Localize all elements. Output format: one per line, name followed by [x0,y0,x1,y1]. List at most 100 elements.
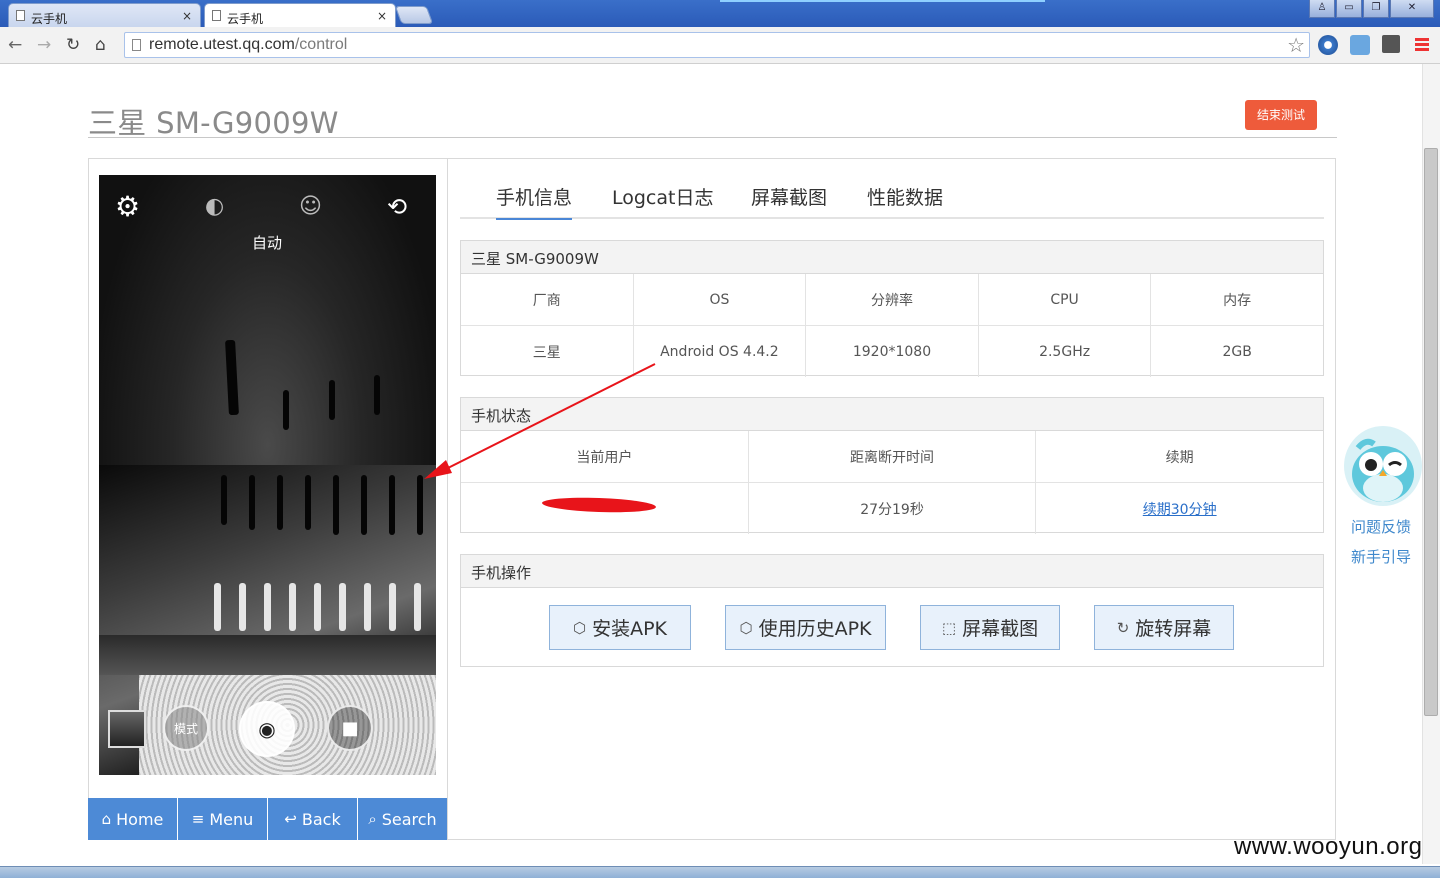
table-header: 分辨率 [806,274,979,325]
history-apk-label: 使用历史APK [758,618,872,640]
profile-button[interactable]: ♙ [1309,0,1335,18]
tab-logcat[interactable]: Logcat日志 [612,183,713,218]
preview-detail [264,583,271,631]
address-bar[interactable]: remote.utest.qq.com/control ☆ [124,32,1310,58]
new-tab-button[interactable] [394,6,434,24]
table-header: 距离断开时间 [749,431,1037,482]
feedback-link[interactable]: 问题反馈 [1351,516,1411,537]
scrollbar-thumb[interactable] [1424,148,1438,716]
mode-button[interactable]: 模式 [163,705,209,751]
end-test-button[interactable]: 结束测试 [1245,100,1317,130]
preview-detail [214,583,221,631]
menu-icon: ≡ [191,810,205,828]
phone-screen[interactable]: ⚙ ◐ ☺ ⟲ 自动 模式 ◉ ■ [99,175,436,775]
table-cell: 2GB [1222,343,1252,360]
tab-screenshot[interactable]: 屏幕截图 [751,183,827,218]
phone-menu-button[interactable]: ≡ Menu [178,798,268,840]
renew-link[interactable]: 续期30分钟 [1143,499,1217,519]
preview-detail [99,635,436,675]
rotate-screen-button[interactable]: ↻ 旋转屏幕 [1094,605,1234,650]
browser-tab-2[interactable]: 云手机 × [204,3,396,27]
screenshot-label: 屏幕截图 [962,618,1039,640]
phone-menu-label: Menu [209,809,254,829]
phone-search-label: Search [381,809,437,829]
history-apk-button[interactable]: ⬡ 使用历史APK [725,605,886,650]
preview-detail [374,375,380,415]
camera-mode-label: 自动 [252,234,283,252]
table-cell: Android OS 4.4.2 [634,326,807,377]
phone-home-label: Home [116,809,164,829]
preview-detail [277,475,283,530]
table-row: 厂商 OS 分辨率 CPU 内存 [461,274,1323,326]
panel-title: 三星 SM-G9009W [461,241,1323,274]
home-icon[interactable]: ⌂ [95,35,106,55]
panel-title: 手机操作 [461,555,1323,588]
tab-title: 云手机 [31,12,68,26]
back-icon: ↩ [284,810,297,828]
preview-detail [289,583,296,631]
preview-detail [417,475,423,535]
time-left-cell: 27分19秒 [749,483,1037,534]
crop-icon: ⬚ [941,618,957,637]
browser-tab-1[interactable]: 云手机 × [8,3,201,27]
browser-tabbar: 云手机 × 云手机 × ♙ ▭ ❐ ✕ [0,0,1440,27]
preview-detail [249,475,255,530]
phone-status-panel: 手机状态 当前用户 距离断开时间 续期 27分19秒 续期30分钟 [460,397,1324,534]
os-taskbar [0,866,1440,878]
preview-detail [221,475,227,525]
owl-mascot-icon[interactable] [1344,426,1422,506]
shutter-camera-icon[interactable]: ◉ [239,701,295,757]
video-record-icon[interactable]: ■ [327,705,373,751]
rotate-screen-label: 旋转屏幕 [1135,618,1212,640]
table-cell: 1920*1080 [806,326,979,377]
close-icon[interactable]: × [182,9,192,23]
rotate-icon: ↻ [1116,618,1130,637]
close-window-button[interactable]: ✕ [1390,0,1434,18]
menu-icon[interactable] [1415,38,1429,52]
forward-icon[interactable]: → [37,35,51,55]
screenshot-button[interactable]: ⬚ 屏幕截图 [920,605,1060,650]
preview-detail [389,475,395,535]
device-info-panel: 三星 SM-G9009W 厂商 OS 分辨率 CPU 内存 三星 Android… [460,240,1324,377]
phone-search-button[interactable]: ⌕ Search [358,798,447,840]
restore-button[interactable]: ❐ [1363,0,1389,18]
url-host: remote.utest.qq.com [149,36,295,53]
tab-performance[interactable]: 性能数据 [867,183,943,218]
guide-link[interactable]: 新手引导 [1351,546,1411,567]
star-icon[interactable]: ☆ [1287,33,1305,57]
minimize-button[interactable]: ▭ [1336,0,1362,18]
tab-phone-info[interactable]: 手机信息 [496,183,573,220]
column-divider [447,158,448,840]
window-controls: ♙ ▭ ❐ ✕ [1309,0,1434,18]
table-header: 当前用户 [461,431,749,482]
title-divider [88,137,1337,138]
switch-camera-icon[interactable]: ⟲ [387,191,407,223]
settings-gear-icon[interactable]: ⚙ [115,191,140,223]
phone-nav-bar: ⌂ Home ≡ Menu ↩ Back ⌕ Search [88,798,447,840]
face-detect-off-icon[interactable]: ☺ [299,191,322,223]
url-text[interactable]: remote.utest.qq.com/control [149,36,347,54]
preview-detail [361,475,367,535]
install-apk-button[interactable]: ⬡ 安装APK [549,605,691,650]
phone-home-button[interactable]: ⌂ Home [88,798,178,840]
page-icon [16,10,25,21]
gallery-thumbnail[interactable] [108,710,146,748]
back-icon[interactable]: ← [8,35,22,55]
info-tabs: 手机信息 Logcat日志 屏幕截图 性能数据 [460,178,1324,220]
table-cell: 三星 [461,326,634,377]
download-icon[interactable] [1382,35,1400,53]
phone-back-button[interactable]: ↩ Back [268,798,358,840]
watermark: www.wooyun.org [1234,833,1423,860]
owl-graphic [1352,438,1414,502]
extension-icon[interactable] [1318,35,1338,55]
page-title: 三星 SM-G9009W [88,106,339,140]
close-icon[interactable]: × [377,9,387,23]
phone-back-label: Back [301,809,341,829]
tab-title: 云手机 [227,12,264,26]
home-icon: ⌂ [101,810,112,828]
extension-icon[interactable] [1350,35,1370,55]
page-icon [132,39,141,51]
reload-icon[interactable]: ↻ [66,35,80,55]
table-header: 续期 [1165,449,1194,466]
hdr-off-icon[interactable]: ◐ [205,191,224,223]
